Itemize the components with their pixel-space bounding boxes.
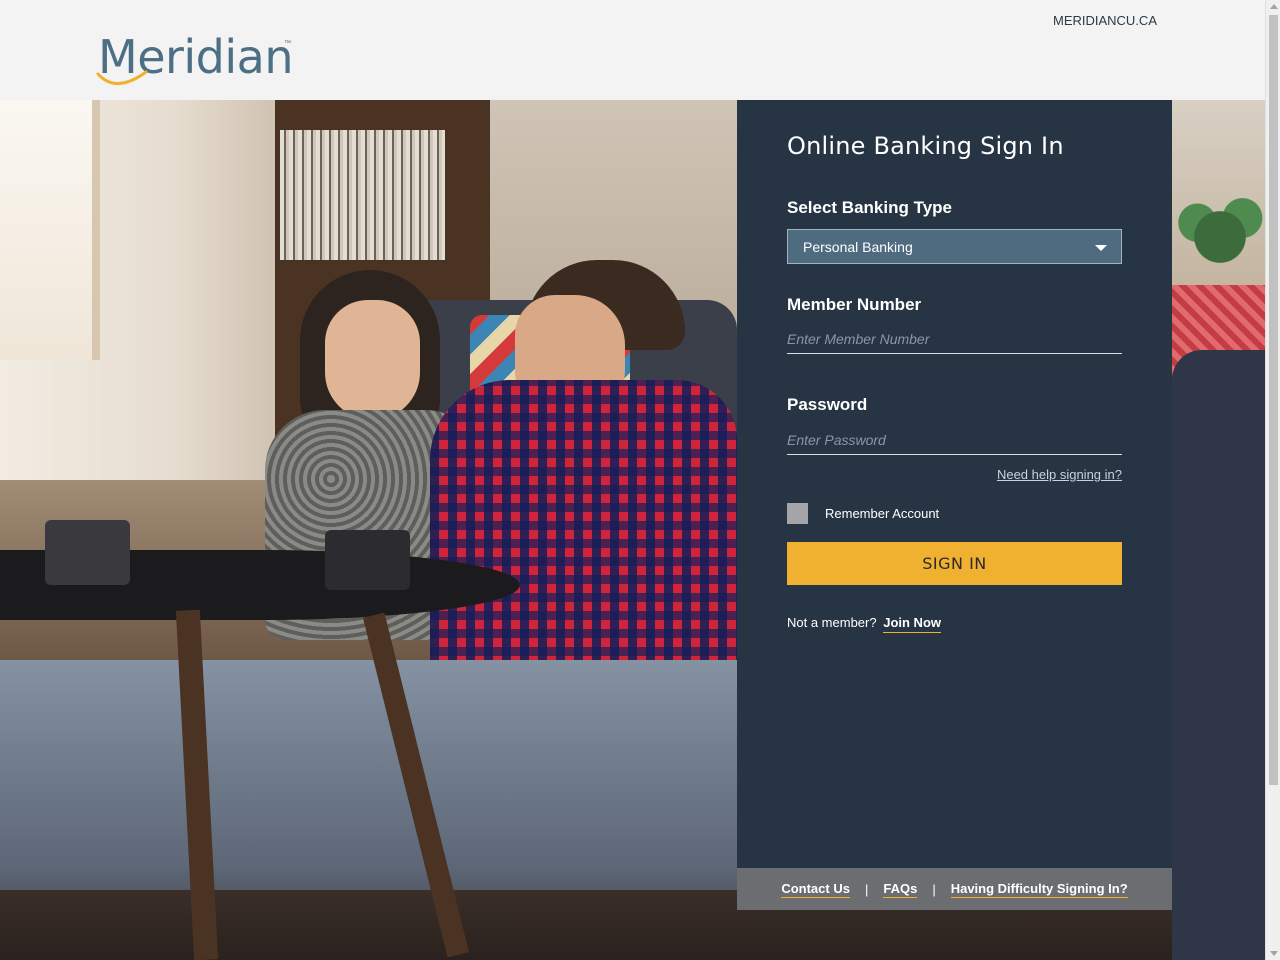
help-signing-in-link[interactable]: Need help signing in? (997, 467, 1122, 482)
page-title: Online Banking Sign In (787, 132, 1064, 160)
difficulty-signing-in-link[interactable]: Having Difficulty Signing In? (950, 881, 1128, 898)
remember-account: Remember Account (787, 503, 939, 524)
scroll-down-icon[interactable] (1270, 951, 1278, 956)
logo-swoosh-icon (96, 70, 148, 85)
password-label: Password (787, 395, 868, 414)
vertical-scrollbar[interactable] (1265, 0, 1280, 960)
password-input[interactable] (787, 425, 1122, 455)
remember-account-label: Remember Account (825, 506, 940, 521)
meridiancu-link[interactable]: MERIDIANCU.CA (1053, 13, 1157, 28)
footer-separator: | (932, 881, 936, 897)
join-now-link[interactable]: Join Now (883, 615, 941, 633)
footer-separator: | (864, 881, 869, 897)
not-member-text: Not a member? (787, 615, 877, 630)
member-number-label: Member Number (787, 295, 922, 314)
banking-type-select[interactable]: Personal Banking (787, 229, 1122, 264)
member-number-input[interactable] (787, 324, 1122, 354)
remember-account-checkbox[interactable] (787, 503, 808, 524)
signin-panel: Online Banking Sign In Select Banking Ty… (737, 100, 1172, 910)
faqs-link[interactable]: FAQs (883, 881, 918, 898)
header: Meridian ™ MERIDIANCU.CA (0, 0, 1265, 100)
meridian-logo[interactable]: Meridian ™ (96, 30, 296, 92)
sign-in-button[interactable]: SIGN IN (787, 542, 1122, 585)
join-prompt: Not a member? Join Now (787, 615, 941, 633)
chevron-down-icon (1095, 245, 1107, 251)
contact-us-link[interactable]: Contact Us (781, 881, 850, 898)
logo-trademark: ™ (284, 40, 291, 47)
scroll-up-icon[interactable] (1270, 4, 1278, 9)
scrollbar-thumb[interactable] (1269, 15, 1278, 785)
banking-type-label: Select Banking Type (787, 198, 953, 217)
banking-type-value: Personal Banking (803, 239, 913, 255)
panel-footer: Contact Us | FAQs | Having Difficulty Si… (737, 868, 1172, 910)
